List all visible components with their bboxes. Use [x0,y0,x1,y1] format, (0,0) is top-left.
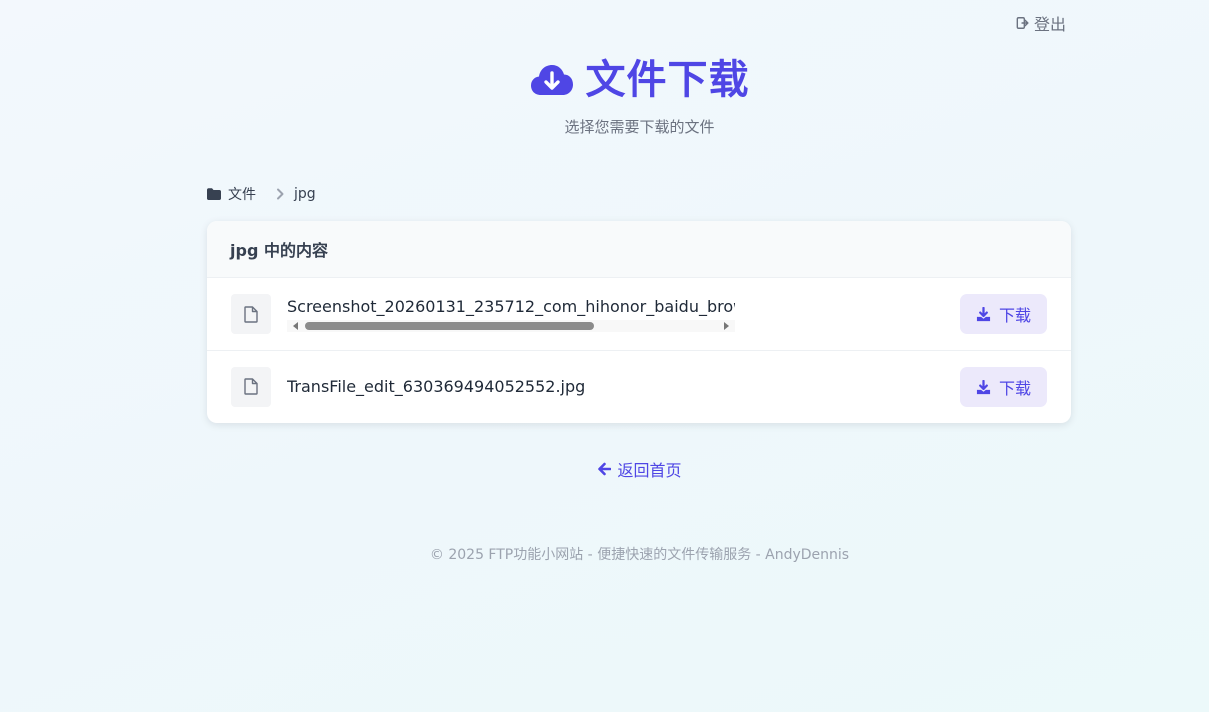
file-name: Screenshot_20260131_235712_com_hihonor_b… [287,297,735,316]
file-name: TransFile_edit_630369494052552.jpg [287,376,586,396]
breadcrumb-current: jpg [294,186,316,202]
folder-icon [207,188,221,200]
file-row: TransFile_edit_630369494052552.jpg 下载 [207,351,1071,422]
page-subtitle: 选择您需要下载的文件 [564,118,715,136]
file-icon [244,378,258,395]
file-name-scroller: TransFile_edit_630369494052552.jpg [287,376,735,398]
cloud-download-icon [530,65,573,95]
file-tile [231,294,271,334]
download-icon [976,379,991,394]
card-heading: jpg 中的内容 [207,221,1071,278]
back-home-label: 返回首页 [617,461,682,480]
chevron-right-icon [277,188,284,200]
file-list-card: jpg 中的内容 Screenshot_20260131_235712_com_… [207,221,1071,423]
file-row: Screenshot_20260131_235712_com_hihonor_b… [207,278,1071,351]
arrow-left-icon [598,462,612,476]
file-icon [244,305,258,323]
scrollbar-thumb[interactable] [305,322,594,330]
logout-label: 登出 [1034,15,1067,34]
page-header: 文件下载 选择您需要下载的文件 [0,56,1209,137]
download-icon [976,306,991,321]
sign-out-icon [1016,17,1029,29]
horizontal-scrollbar[interactable] [287,320,735,332]
scroll-left-icon[interactable] [293,322,298,330]
breadcrumb-root[interactable]: 文件 [228,184,256,204]
back-home-link[interactable]: 返回首页 [0,457,1209,481]
download-label: 下载 [998,306,1031,325]
title-row: 文件下载 [0,56,1209,104]
download-button[interactable]: 下载 [960,294,1047,334]
breadcrumb: 文件 jpg [207,184,316,204]
footer: © 2025 FTP功能小网站 - 便捷快速的文件传输服务 - AndyDenn… [429,547,850,563]
download-button[interactable]: 下载 [960,367,1047,407]
file-name-scroller[interactable]: Screenshot_20260131_235712_com_hihonor_b… [287,296,735,332]
file-tile [231,366,271,407]
download-label: 下载 [998,379,1031,398]
scroll-right-icon[interactable] [724,322,729,330]
logout-link[interactable]: 登出 [1016,11,1066,35]
page-title: 文件下载 [585,57,750,103]
